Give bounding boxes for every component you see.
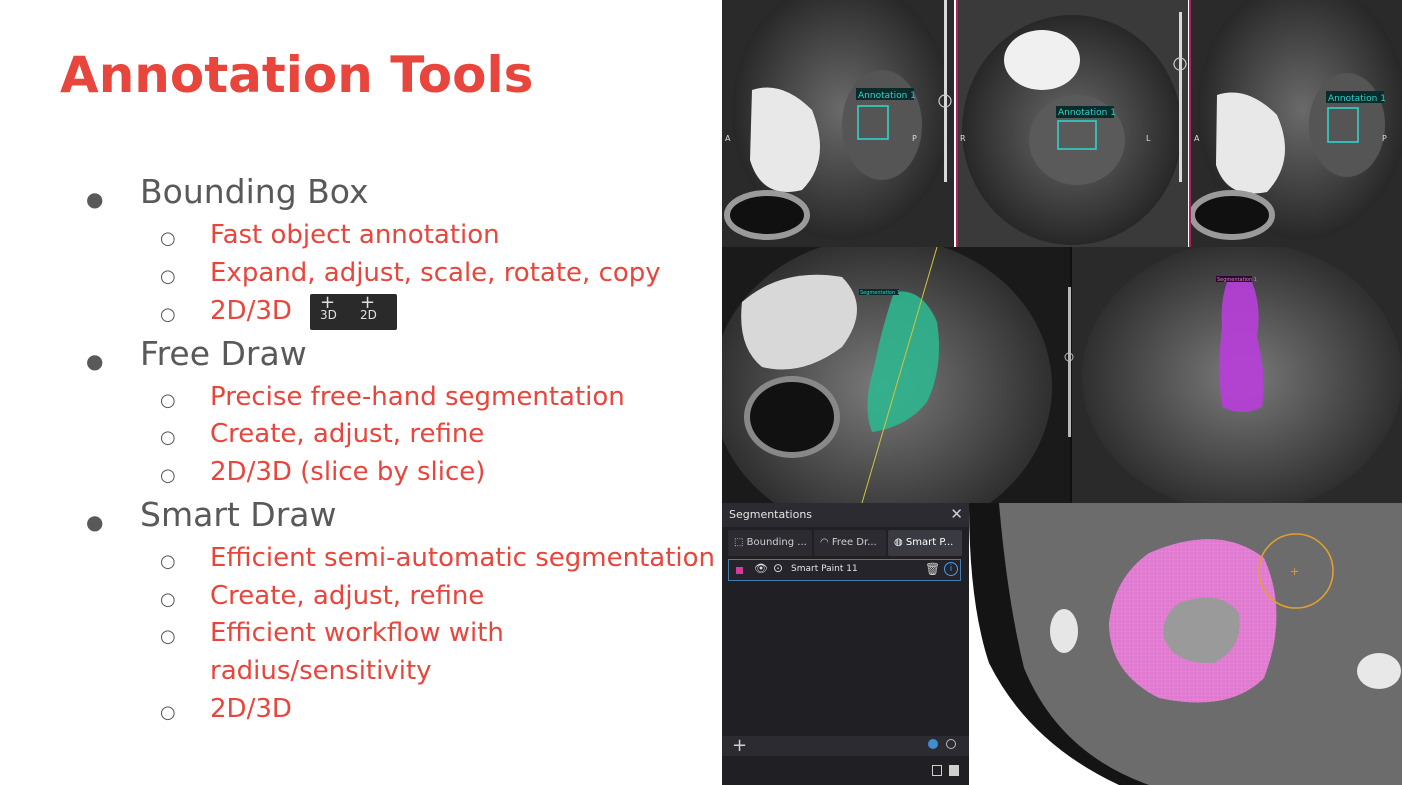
orient-a: A: [725, 134, 731, 143]
sub-bullet-text: 2D/3D: [210, 296, 292, 326]
crosshair-icon: +: [1290, 565, 1299, 578]
orient-l: L: [1146, 134, 1151, 143]
orient-p: P: [912, 134, 917, 143]
bbox-2d-button[interactable]: + 2D: [360, 294, 377, 322]
sub-bullet-text: 2D/3D: [210, 694, 292, 724]
bullet-label: Smart Draw: [140, 495, 337, 534]
sub-bullet-text: Expand, adjust, scale, rotate, copy: [210, 258, 661, 288]
sub-bullet-ring: ○: [160, 626, 176, 647]
bbox-3d-label: 3D: [320, 308, 337, 322]
tab-label: Free Dr...: [831, 537, 877, 548]
mri-middle-strip: Segmentation 1 Segmentation 1: [722, 247, 1402, 503]
close-icon[interactable]: ✕: [950, 505, 963, 523]
bullet-dot: ●: [86, 187, 104, 211]
save-all-icon[interactable]: [949, 765, 959, 776]
segment-name[interactable]: Smart Paint 11: [791, 564, 858, 574]
segmentation-row[interactable]: 👁 ⊙ Smart Paint 11 🗑 i: [728, 559, 961, 581]
sub-bullet-ring: ○: [160, 551, 176, 572]
mri-top-strip: Annotation 1 A P Annotation 1 R L Annota…: [722, 0, 1402, 247]
tab-label: Bounding ...: [746, 537, 807, 548]
visibility-off-icon[interactable]: [946, 739, 956, 749]
ct-image: +: [969, 503, 1402, 785]
segmentation-label-1: Segmentation 1: [860, 290, 900, 296]
segment-color-swatch[interactable]: [736, 567, 743, 574]
sub-bullet-text: Efficient workflow with: [210, 618, 504, 648]
mri-middle-views: Segmentation 1 Segmentation 1: [722, 247, 1402, 503]
sub-bullet-text: Fast object annotation: [210, 220, 500, 250]
bbox-icon: ⬚: [734, 537, 747, 548]
info-icon[interactable]: i: [944, 562, 958, 576]
mri-coronal-freedraw-view[interactable]: Segmentation 1: [1064, 247, 1402, 503]
sub-bullet-ring: ○: [160, 390, 176, 411]
sub-bullet-ring: ○: [160, 589, 176, 610]
sub-bullet-ring: ○: [160, 266, 176, 287]
tab-bounding-box[interactable]: ⬚ Bounding ...: [728, 530, 812, 556]
mri-axial-view[interactable]: Annotation 1 R L: [956, 0, 1188, 247]
segmentation-label-2: Segmentation 1: [1217, 277, 1257, 283]
sub-bullet-ring: ○: [160, 427, 176, 448]
mri-sagittal-view-1[interactable]: Annotation 1 A P: [722, 0, 954, 247]
orient-a-2: A: [1194, 134, 1200, 143]
sub-bullet-ring: ○: [160, 702, 176, 723]
sub-bullet-ring: ○: [160, 228, 176, 249]
sub-bullet-ring: ○: [160, 465, 176, 486]
ct-smartpaint-view[interactable]: +: [969, 503, 1402, 785]
sub-bullet-text: 2D/3D (slice by slice): [210, 457, 486, 487]
sub-bullet-text: radius/sensitivity: [210, 656, 432, 686]
bullet-dot: ●: [86, 510, 104, 534]
bullet-label: Bounding Box: [140, 172, 369, 211]
orient-r: R: [960, 134, 966, 143]
tab-smart-paint[interactable]: ◍ Smart P...: [888, 530, 962, 556]
mri-sagittal-view-2[interactable]: Annotation 1 A P: [1189, 0, 1402, 247]
sub-bullet-text: Precise free-hand segmentation: [210, 382, 625, 412]
save-icon[interactable]: [932, 765, 942, 776]
tab-label: Smart P...: [905, 537, 954, 548]
sub-bullet-text: Create, adjust, refine: [210, 581, 485, 611]
eye-icon[interactable]: 👁: [754, 562, 768, 575]
freedraw-icon: ◠: [820, 537, 832, 548]
annotation-label-3: Annotation 1: [1328, 94, 1386, 104]
tab-free-draw[interactable]: ◠ Free Dr...: [814, 530, 886, 556]
sub-bullet-text: Efficient semi-automatic segmentation: [210, 543, 716, 573]
smartpaint-icon: ◍: [894, 537, 906, 548]
segmentations-title: Segmentations: [729, 508, 813, 521]
mri-sagittal-freedraw-view[interactable]: Segmentation 1: [722, 247, 1070, 503]
bbox-2d-label: 2D: [360, 308, 377, 322]
location-icon[interactable]: ⊙: [773, 561, 783, 575]
bullet-label: Free Draw: [140, 334, 307, 373]
add-segment-button[interactable]: +: [732, 736, 747, 756]
bbox-3d-button[interactable]: + 3D: [320, 294, 337, 322]
annotation-label-2: Annotation 1: [1058, 108, 1116, 118]
segmentations-footer: +: [722, 736, 969, 756]
visibility-on-icon[interactable]: [928, 739, 938, 749]
bullet-dot: ●: [86, 349, 104, 373]
bbox-tool-buttons: + 3D + 2D: [310, 294, 397, 330]
segmentations-panel: Segmentations ✕ ⬚ Bounding ... ◠ Free Dr…: [722, 503, 969, 785]
segmentations-header: Segmentations ✕: [722, 503, 969, 527]
mri-top-views: Annotation 1 A P Annotation 1 R L Annota…: [722, 0, 1402, 247]
slide-title: Annotation Tools: [60, 46, 534, 104]
sub-bullet-ring: ○: [160, 304, 176, 325]
trash-icon[interactable]: 🗑: [925, 562, 940, 576]
sub-bullet-text: Create, adjust, refine: [210, 419, 485, 449]
orient-p-2: P: [1382, 134, 1387, 143]
annotation-label-1: Annotation 1: [858, 91, 916, 101]
